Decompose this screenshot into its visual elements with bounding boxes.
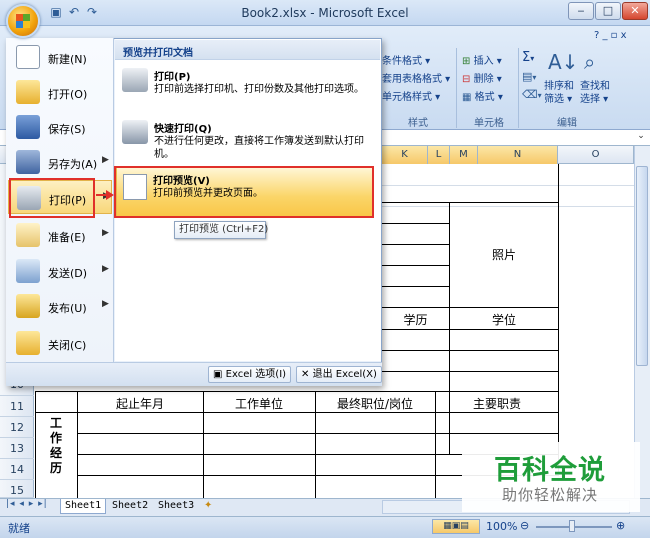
employer-header: 工作单位 [234, 397, 283, 411]
exit-excel-button[interactable]: ✕ 退出 Excel(X) [296, 366, 382, 383]
insert-icon: ⊞ [462, 56, 471, 67]
watermark-subtitle: 助你轻松解决 [501, 486, 598, 504]
close-folder-icon [16, 331, 40, 355]
menu-item-publish[interactable]: 发布(U) ▶ [8, 289, 112, 323]
row-header-13[interactable]: 13 [0, 438, 34, 459]
format-as-table-button[interactable]: 套用表格格式 ▾ [382, 70, 450, 85]
maximize-button[interactable]: □ [595, 2, 621, 20]
sheet-nav-arrows-icon[interactable]: |◂ ◂ ▸ ▸| [6, 499, 48, 509]
column-header-k[interactable]: K [382, 146, 428, 164]
conditional-format-button[interactable]: 条件格式 ▾ [382, 52, 430, 67]
autosum-icon[interactable]: Σ▾ [522, 50, 534, 65]
exit-icon: ✕ [301, 369, 310, 380]
printer-icon [122, 68, 148, 92]
zoom-out-icon[interactable]: ⊖ [520, 519, 529, 532]
save-as-icon [16, 150, 40, 174]
sort-filter-icon[interactable]: A↓ [548, 50, 578, 74]
degree-cell: 学位 [491, 313, 516, 327]
submenu-title: 预览并打印文档 [115, 40, 380, 60]
excel-options-icon: ▣ [213, 369, 223, 380]
row-header-15[interactable]: 15 [0, 480, 34, 498]
arrow-head-icon [106, 190, 114, 200]
print-preview-tooltip: 打印预览 (Ctrl+F2) [174, 221, 268, 239]
insert-button[interactable]: ⊞ 插入 ▾ [462, 52, 502, 67]
office-logo-icon [16, 14, 30, 28]
cell-styles-button[interactable]: 单元格样式 ▾ [382, 88, 440, 103]
insert-sheet-icon[interactable]: ✦ [204, 500, 212, 511]
ribbon-separator [456, 48, 457, 128]
delete-icon: ⊟ [462, 74, 471, 85]
format-button[interactable]: ▦ 格式 ▾ [462, 88, 503, 103]
save-icon [16, 115, 40, 139]
work-experience-label: 工 作 经 历 [49, 416, 62, 475]
excel-options-button[interactable]: ▣ Excel 选项(I) [208, 366, 292, 383]
menu-item-prepare[interactable]: 准备(E) ▶ [8, 218, 112, 252]
cells-group-label: 单元格 [474, 118, 504, 129]
sheet-tab-2[interactable]: Sheet2 [108, 499, 152, 514]
print-highlight-box [9, 178, 95, 218]
status-ready: 就绪 [8, 522, 30, 535]
styles-group-label: 样式 [408, 118, 428, 129]
sheet-tab-3[interactable]: Sheet3 [154, 499, 198, 514]
fill-icon[interactable]: ▤▾ [522, 70, 536, 83]
print-preview-highlight-box [114, 166, 374, 218]
ribbon-help-controls[interactable]: ? _ ▫ x [594, 30, 627, 41]
menu-item-close[interactable]: 关闭(C) [8, 326, 112, 360]
open-folder-icon [16, 80, 40, 104]
menu-item-new[interactable]: 新建(N) [8, 40, 112, 74]
format-icon: ▦ [462, 92, 472, 103]
vertical-scroll-thumb[interactable] [636, 166, 648, 366]
submenu-arrow-icon: ▶ [102, 155, 109, 165]
menu-item-save-as[interactable]: 另存为(A) ▶ [8, 145, 112, 179]
ribbon-separator [518, 48, 519, 128]
close-button[interactable]: ✕ [622, 2, 648, 20]
quick-print-icon [122, 120, 148, 144]
zoom-in-icon[interactable]: ⊕ [616, 519, 625, 532]
view-buttons-icon[interactable]: ▦▣▤ [432, 519, 480, 534]
expand-formula-bar-icon[interactable]: ⌄ [634, 131, 648, 145]
column-header-o[interactable]: O [558, 146, 634, 164]
period-header: 起止年月 [115, 397, 164, 411]
sort-filter-button[interactable]: 排序和 筛选 ▾ [544, 80, 574, 106]
column-header-l[interactable]: L [428, 146, 450, 164]
office-button[interactable] [6, 4, 40, 38]
prepare-icon [16, 223, 40, 247]
submenu-arrow-icon: ▶ [102, 228, 109, 238]
zoom-level[interactable]: 100% [486, 520, 517, 533]
clear-icon[interactable]: ⌫▾ [522, 88, 542, 101]
send-icon [16, 259, 40, 283]
find-select-button[interactable]: 查找和 选择 ▾ [580, 80, 610, 106]
submenu-item-print[interactable]: 打印(P) 打印前选择打印机、打印份数及其他打印选项。 [118, 64, 376, 114]
menu-item-open[interactable]: 打开(O) [8, 75, 112, 109]
row-header-14[interactable]: 14 [0, 459, 34, 480]
editing-group-label: 编辑 [557, 118, 577, 129]
delete-button[interactable]: ⊟ 删除 ▾ [462, 70, 502, 85]
column-header-n[interactable]: N [478, 146, 558, 164]
row-header-11[interactable]: 11 [0, 396, 34, 417]
education-cell: 学历 [403, 313, 428, 327]
watermark-title: 百科全说 [494, 455, 606, 486]
zoom-slider-thumb[interactable] [569, 520, 575, 532]
sheet-tab-1[interactable]: Sheet1 [60, 499, 107, 514]
publish-icon [16, 294, 40, 318]
new-document-icon [16, 45, 40, 69]
row-header-12[interactable]: 12 [0, 417, 34, 438]
menu-item-save[interactable]: 保存(S) [8, 110, 112, 144]
redo-icon[interactable]: ↷ [84, 4, 100, 20]
photo-cell: 照片 [491, 248, 516, 262]
save-icon[interactable]: ▣ [48, 4, 64, 20]
submenu-arrow-icon: ▶ [102, 264, 109, 274]
position-header: 最终职位/岗位 [336, 397, 414, 411]
minimize-button[interactable]: ‒ [568, 2, 594, 20]
column-header-m[interactable]: M [450, 146, 478, 164]
submenu-item-quick-print[interactable]: 快速打印(Q) 不进行任何更改，直接将工作簿发送到默认打印机。 [118, 116, 376, 166]
find-binoculars-icon[interactable]: ⌕ [584, 50, 595, 74]
duties-header: 主要职责 [472, 397, 521, 411]
menu-item-send[interactable]: 发送(D) ▶ [8, 254, 112, 288]
submenu-arrow-icon: ▶ [102, 299, 109, 309]
undo-icon[interactable]: ↶ [66, 4, 82, 20]
